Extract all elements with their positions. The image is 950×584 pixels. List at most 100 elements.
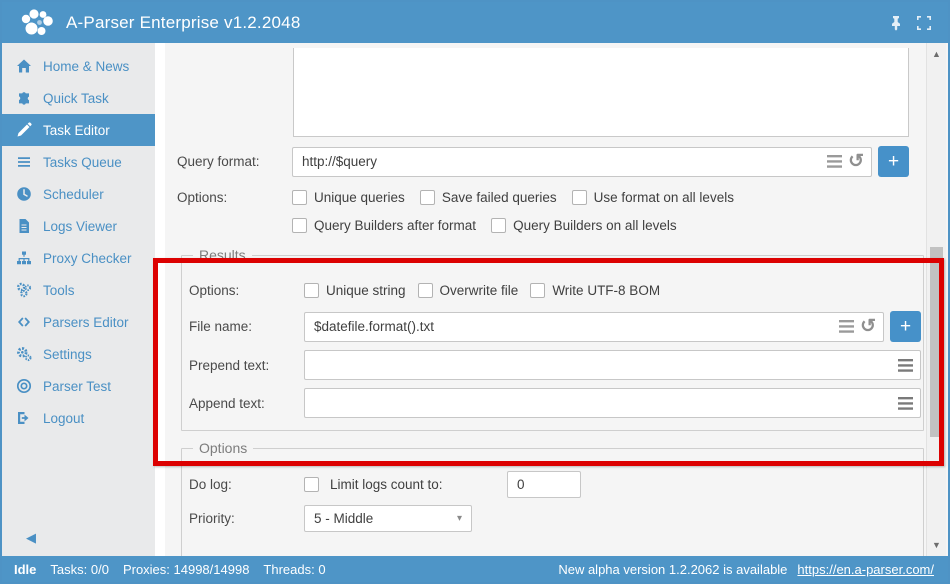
file-icon — [16, 218, 32, 234]
results-legend: Results — [193, 247, 252, 263]
list-icon — [16, 154, 32, 170]
sidebar-item-logs-viewer[interactable]: Logs Viewer — [2, 210, 155, 242]
checkbox-box[interactable] — [304, 477, 319, 492]
prepend-text-input[interactable] — [304, 350, 921, 380]
sidebar-item-task-editor[interactable]: Task Editor — [2, 114, 155, 146]
presets-menu-icon[interactable] — [839, 320, 854, 333]
update-message: New alpha version 1.2.2062 is available — [558, 562, 787, 577]
logs-count-input[interactable] — [507, 471, 581, 498]
checkbox-save-failed-queries[interactable]: Save failed queries — [420, 190, 557, 205]
query-format-input[interactable] — [292, 147, 872, 177]
scroll-down-icon[interactable]: ▼ — [927, 540, 946, 550]
checkbox-query-builders-all-levels[interactable]: Query Builders on all levels — [491, 218, 677, 233]
priority-selected-value: 5 - Middle — [314, 511, 373, 526]
prepend-text-label: Prepend text: — [189, 358, 304, 373]
checkbox-box[interactable] — [572, 190, 587, 205]
sidebar-item-label: Proxy Checker — [43, 251, 132, 266]
code-icon — [16, 314, 32, 330]
append-text-input[interactable] — [304, 388, 921, 418]
priority-select[interactable]: 5 - Middle ▾ — [304, 505, 472, 532]
options-fieldset: Options Do log: Limit logs count to: Pri… — [181, 440, 924, 556]
fullscreen-icon[interactable] — [916, 15, 932, 31]
sidebar-item-quick-task[interactable]: Quick Task — [2, 82, 155, 114]
checkbox-box[interactable] — [292, 218, 307, 233]
home-icon — [16, 58, 32, 74]
sidebar-collapse-button[interactable]: ◀ — [26, 530, 36, 546]
main-panel: Query format: ↺ + Options: Unique — [155, 43, 926, 556]
sidebar-item-label: Scheduler — [43, 187, 104, 202]
checkbox-box[interactable] — [530, 283, 545, 298]
pencil-icon — [16, 122, 32, 138]
sidebar-item-tasks-queue[interactable]: Tasks Queue — [2, 146, 155, 178]
vertical-scrollbar[interactable]: ▲ ▼ — [926, 43, 946, 556]
sidebar-item-label: Home & News — [43, 59, 129, 74]
presets-menu-icon[interactable] — [827, 155, 842, 168]
gears-icon — [16, 282, 32, 298]
checkbox-write-utf8-bom[interactable]: Write UTF-8 BOM — [530, 283, 660, 298]
sidebar-item-label: Tasks Queue — [43, 155, 122, 170]
results-options-label: Options: — [189, 283, 304, 298]
checkbox-overwrite-file[interactable]: Overwrite file — [418, 283, 519, 298]
sidebar-item-tools[interactable]: Tools — [2, 274, 155, 306]
pin-icon[interactable] — [888, 15, 904, 31]
file-name-row: File name: ↺ + — [189, 311, 923, 342]
checkbox-box[interactable] — [292, 190, 307, 205]
scroll-up-icon[interactable]: ▲ — [927, 49, 946, 59]
do-log-label: Do log: — [189, 477, 304, 492]
sidebar-item-proxy-checker[interactable]: Proxy Checker — [2, 242, 155, 274]
sidebar-item-settings[interactable]: Settings — [2, 338, 155, 370]
prepend-text-row: Prepend text: — [189, 350, 923, 380]
sidebar-item-label: Task Editor — [43, 123, 110, 138]
target-icon — [16, 378, 32, 394]
cogs-icon — [16, 346, 32, 362]
checkbox-limit-logs[interactable]: Limit logs count to: — [304, 477, 443, 492]
checkbox-box[interactable] — [491, 218, 506, 233]
presets-menu-icon[interactable] — [898, 359, 913, 372]
sidebar-item-label: Parsers Editor — [43, 315, 129, 330]
checkbox-box[interactable] — [418, 283, 433, 298]
status-proxies: Proxies: 14998/14998 — [123, 562, 249, 577]
sidebar-item-logout[interactable]: Logout — [2, 402, 155, 434]
results-fieldset: Results Options: Unique string Overwrite… — [181, 247, 924, 431]
app-window: A-Parser Enterprise v1.2.2048 Home & New… — [0, 0, 950, 584]
results-options-row: Options: Unique string Overwrite file Wr… — [189, 283, 923, 298]
sidebar-item-parsers-editor[interactable]: Parsers Editor — [2, 306, 155, 338]
status-threads: Threads: 0 — [263, 562, 325, 577]
sidebar-item-parser-test[interactable]: Parser Test — [2, 370, 155, 402]
checkbox-query-builders-after-format[interactable]: Query Builders after format — [292, 218, 476, 233]
checkbox-use-format-all-levels[interactable]: Use format on all levels — [572, 190, 734, 205]
logout-icon — [16, 410, 32, 426]
checkbox-unique-queries[interactable]: Unique queries — [292, 190, 405, 205]
chevron-down-icon: ▾ — [457, 513, 462, 524]
undo-icon[interactable]: ↺ — [848, 152, 864, 171]
options-legend: Options — [193, 440, 253, 456]
query-options-row-1: Options: Unique queries Save failed quer… — [177, 190, 926, 205]
file-name-input[interactable] — [304, 312, 884, 342]
puzzle-icon — [16, 90, 32, 106]
sidebar-nav: Home & News Quick Task Task Editor Tasks… — [2, 43, 155, 556]
status-tasks: Tasks: 0/0 — [50, 562, 109, 577]
status-state: Idle — [14, 562, 36, 577]
checkbox-box[interactable] — [304, 283, 319, 298]
presets-menu-icon[interactable] — [898, 397, 913, 410]
sitemap-icon — [16, 250, 32, 266]
header-bar: A-Parser Enterprise v1.2.2048 — [2, 2, 948, 43]
sidebar-item-label: Settings — [43, 347, 92, 362]
add-file-name-button[interactable]: + — [890, 311, 921, 342]
checkbox-box[interactable] — [420, 190, 435, 205]
query-format-row: Query format: ↺ + — [177, 146, 926, 177]
sidebar-item-label: Quick Task — [43, 91, 109, 106]
sidebar-item-scheduler[interactable]: Scheduler — [2, 178, 155, 210]
append-text-row: Append text: — [189, 388, 923, 418]
priority-label: Priority: — [189, 511, 304, 526]
clock-icon — [16, 186, 32, 202]
sidebar-item-label: Parser Test — [43, 379, 111, 394]
checkbox-unique-string[interactable]: Unique string — [304, 283, 406, 298]
append-text-label: Append text: — [189, 396, 304, 411]
update-link[interactable]: https://en.a-parser.com/ — [797, 562, 934, 577]
sidebar-item-home-news[interactable]: Home & News — [2, 50, 155, 82]
queries-textarea[interactable] — [293, 48, 909, 137]
scrollbar-thumb[interactable] — [930, 247, 943, 437]
add-query-format-button[interactable]: + — [878, 146, 909, 177]
undo-icon[interactable]: ↺ — [860, 317, 876, 336]
